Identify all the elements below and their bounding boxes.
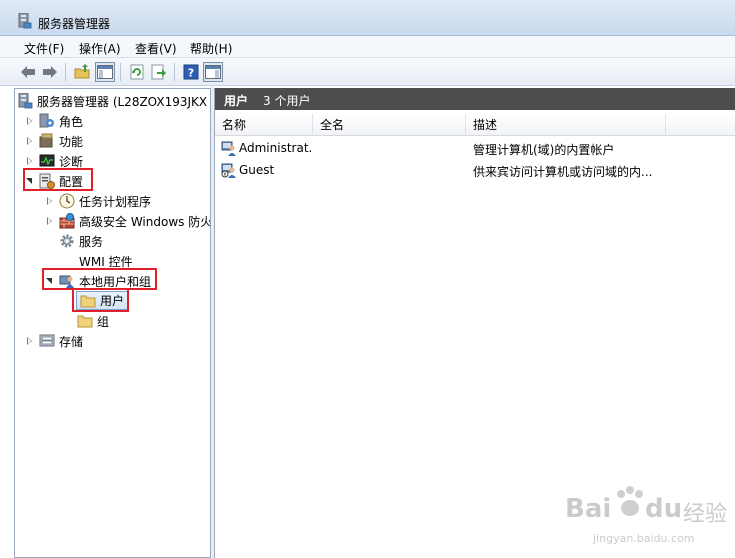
tree-item-services[interactable]: 服务: [59, 232, 103, 250]
tree-item-diagnostics[interactable]: 诊断: [25, 152, 83, 170]
expand-arrow-icon[interactable]: [25, 156, 35, 166]
help-icon: ?: [183, 64, 199, 80]
expand-arrow-icon[interactable]: [25, 336, 35, 346]
show-hide-action-pane-icon: [205, 65, 221, 79]
clock-icon: [59, 193, 75, 209]
tree-item-label: 高级安全 Windows 防火: [79, 214, 211, 229]
tree-item-label: 本地用户和组: [79, 274, 152, 289]
title-bar[interactable]: 服务器管理器: [0, 0, 735, 36]
table-row[interactable]: Guest 供来宾访问计算机或访问域的内...: [215, 160, 735, 180]
svg-text:?: ?: [188, 67, 194, 80]
show-hide-tree-icon: [97, 65, 113, 79]
tree-item-task-scheduler[interactable]: 任务计划程序: [45, 192, 151, 210]
cell-description: 供来宾访问计算机或访问域的内...: [473, 165, 653, 179]
tree-item-storage[interactable]: 存储: [25, 332, 83, 350]
watermark-brand-suffix: du: [645, 494, 683, 524]
menu-action[interactable]: 操作(A): [79, 40, 121, 57]
column-header-filler: [666, 114, 735, 136]
menu-view[interactable]: 查看(V): [135, 40, 177, 57]
up-folder-icon: [74, 64, 90, 79]
user-account-icon: [221, 141, 236, 156]
configuration-icon: [39, 173, 55, 189]
watermark-brand-cn: 经验: [683, 502, 728, 527]
tree-item-users[interactable]: 用户: [76, 291, 129, 310]
column-header-row: 名称 全名 描述: [215, 114, 735, 136]
roles-icon: [39, 113, 54, 128]
tree-item-local-users-groups[interactable]: 本地用户和组: [45, 272, 151, 290]
folder-icon: [80, 295, 96, 307]
firewall-icon: [59, 213, 75, 229]
details-count: 3 个用户: [263, 94, 311, 108]
paw-icon: [617, 486, 643, 516]
users-groups-icon: [59, 275, 74, 288]
tree-item-configuration[interactable]: 配置: [25, 172, 83, 190]
export-icon: [151, 64, 166, 80]
collapse-arrow-icon[interactable]: [25, 176, 35, 186]
menu-file[interactable]: 文件(F): [24, 40, 64, 57]
column-header-description[interactable]: 描述: [466, 114, 666, 136]
up-folder-button[interactable]: [72, 62, 92, 82]
watermark-url: jingyan.baidu.com: [593, 532, 695, 545]
menu-help[interactable]: 帮助(H): [190, 40, 232, 57]
cell-name: Guest: [239, 163, 275, 177]
expand-arrow-icon[interactable]: [25, 116, 35, 126]
refresh-button[interactable]: [127, 62, 147, 82]
details-header: 用户 3 个用户: [215, 88, 735, 110]
tree-item-label: 角色: [59, 114, 84, 129]
baidu-jingyan-watermark: Bai du 经验 jingyan.baidu.com: [565, 478, 735, 558]
user-account-disabled-icon: [221, 163, 236, 178]
server-manager-icon: [18, 13, 32, 29]
window-title: 服务器管理器: [38, 17, 111, 31]
forward-button[interactable]: [40, 62, 60, 82]
show-hide-tree-button[interactable]: [95, 62, 115, 82]
export-button[interactable]: [149, 62, 169, 82]
watermark-brand: Bai: [565, 494, 612, 524]
column-header-name[interactable]: 名称: [215, 114, 313, 136]
tree-item-label: 任务计划程序: [79, 194, 152, 209]
tree-item-label: 诊断: [59, 154, 84, 169]
tree-item-label: 用户: [100, 294, 125, 308]
tree-item-label: 存储: [59, 334, 84, 349]
folder-icon: [77, 315, 93, 328]
help-button[interactable]: ?: [181, 62, 201, 82]
back-icon: [21, 66, 35, 78]
menu-bar: 文件(F) 操作(A) 查看(V) 帮助(H): [0, 36, 735, 58]
show-hide-action-pane-button[interactable]: [203, 62, 223, 82]
tree-item-roles[interactable]: 角色: [25, 112, 83, 130]
expand-arrow-icon[interactable]: [45, 196, 55, 206]
server-manager-icon: [18, 93, 33, 109]
toolbar: ?: [0, 58, 735, 86]
refresh-icon: [130, 64, 144, 80]
storage-icon: [39, 334, 55, 347]
expand-arrow-icon[interactable]: [45, 216, 55, 226]
tree-item-groups[interactable]: 组: [77, 312, 109, 330]
table-row[interactable]: Administrat... 管理计算机(域)的内置帐户: [215, 138, 735, 158]
console-tree[interactable]: 服务器管理器 (L28ZOX193JKX 角色 功能 诊断 配置 任务计划程序 …: [14, 88, 211, 558]
features-icon: [39, 133, 53, 148]
tree-item-label: 功能: [59, 134, 84, 149]
tree-item-features[interactable]: 功能: [25, 132, 83, 150]
tree-item-wmi[interactable]: WMI 控件: [59, 252, 133, 270]
column-header-full-name[interactable]: 全名: [313, 114, 466, 136]
tree-item-label: WMI 控件: [79, 254, 133, 269]
collapse-arrow-icon[interactable]: [45, 276, 55, 286]
back-button[interactable]: [18, 62, 38, 82]
cell-name: Administrat...: [239, 141, 313, 155]
expand-arrow-icon[interactable]: [25, 136, 35, 146]
tree-root[interactable]: 服务器管理器 (L28ZOX193JKX: [17, 92, 207, 110]
cell-description: 管理计算机(域)的内置帐户: [473, 143, 615, 157]
gear-icon: [60, 234, 74, 248]
tree-root-label: 服务器管理器 (L28ZOX193JKX: [37, 94, 208, 109]
tree-item-label: 服务: [79, 234, 104, 249]
wmi-control-icon: [60, 254, 74, 268]
tree-item-firewall[interactable]: 高级安全 Windows 防火: [45, 212, 211, 230]
tree-item-label: 配置: [59, 174, 84, 189]
diagnostics-icon: [39, 154, 55, 167]
server-manager-window: 服务器管理器 文件(F) 操作(A) 查看(V) 帮助(H) ? 服务器管理器 …: [0, 0, 735, 558]
details-title: 用户: [224, 94, 249, 108]
forward-icon: [43, 66, 57, 78]
tree-item-label: 组: [97, 314, 110, 329]
